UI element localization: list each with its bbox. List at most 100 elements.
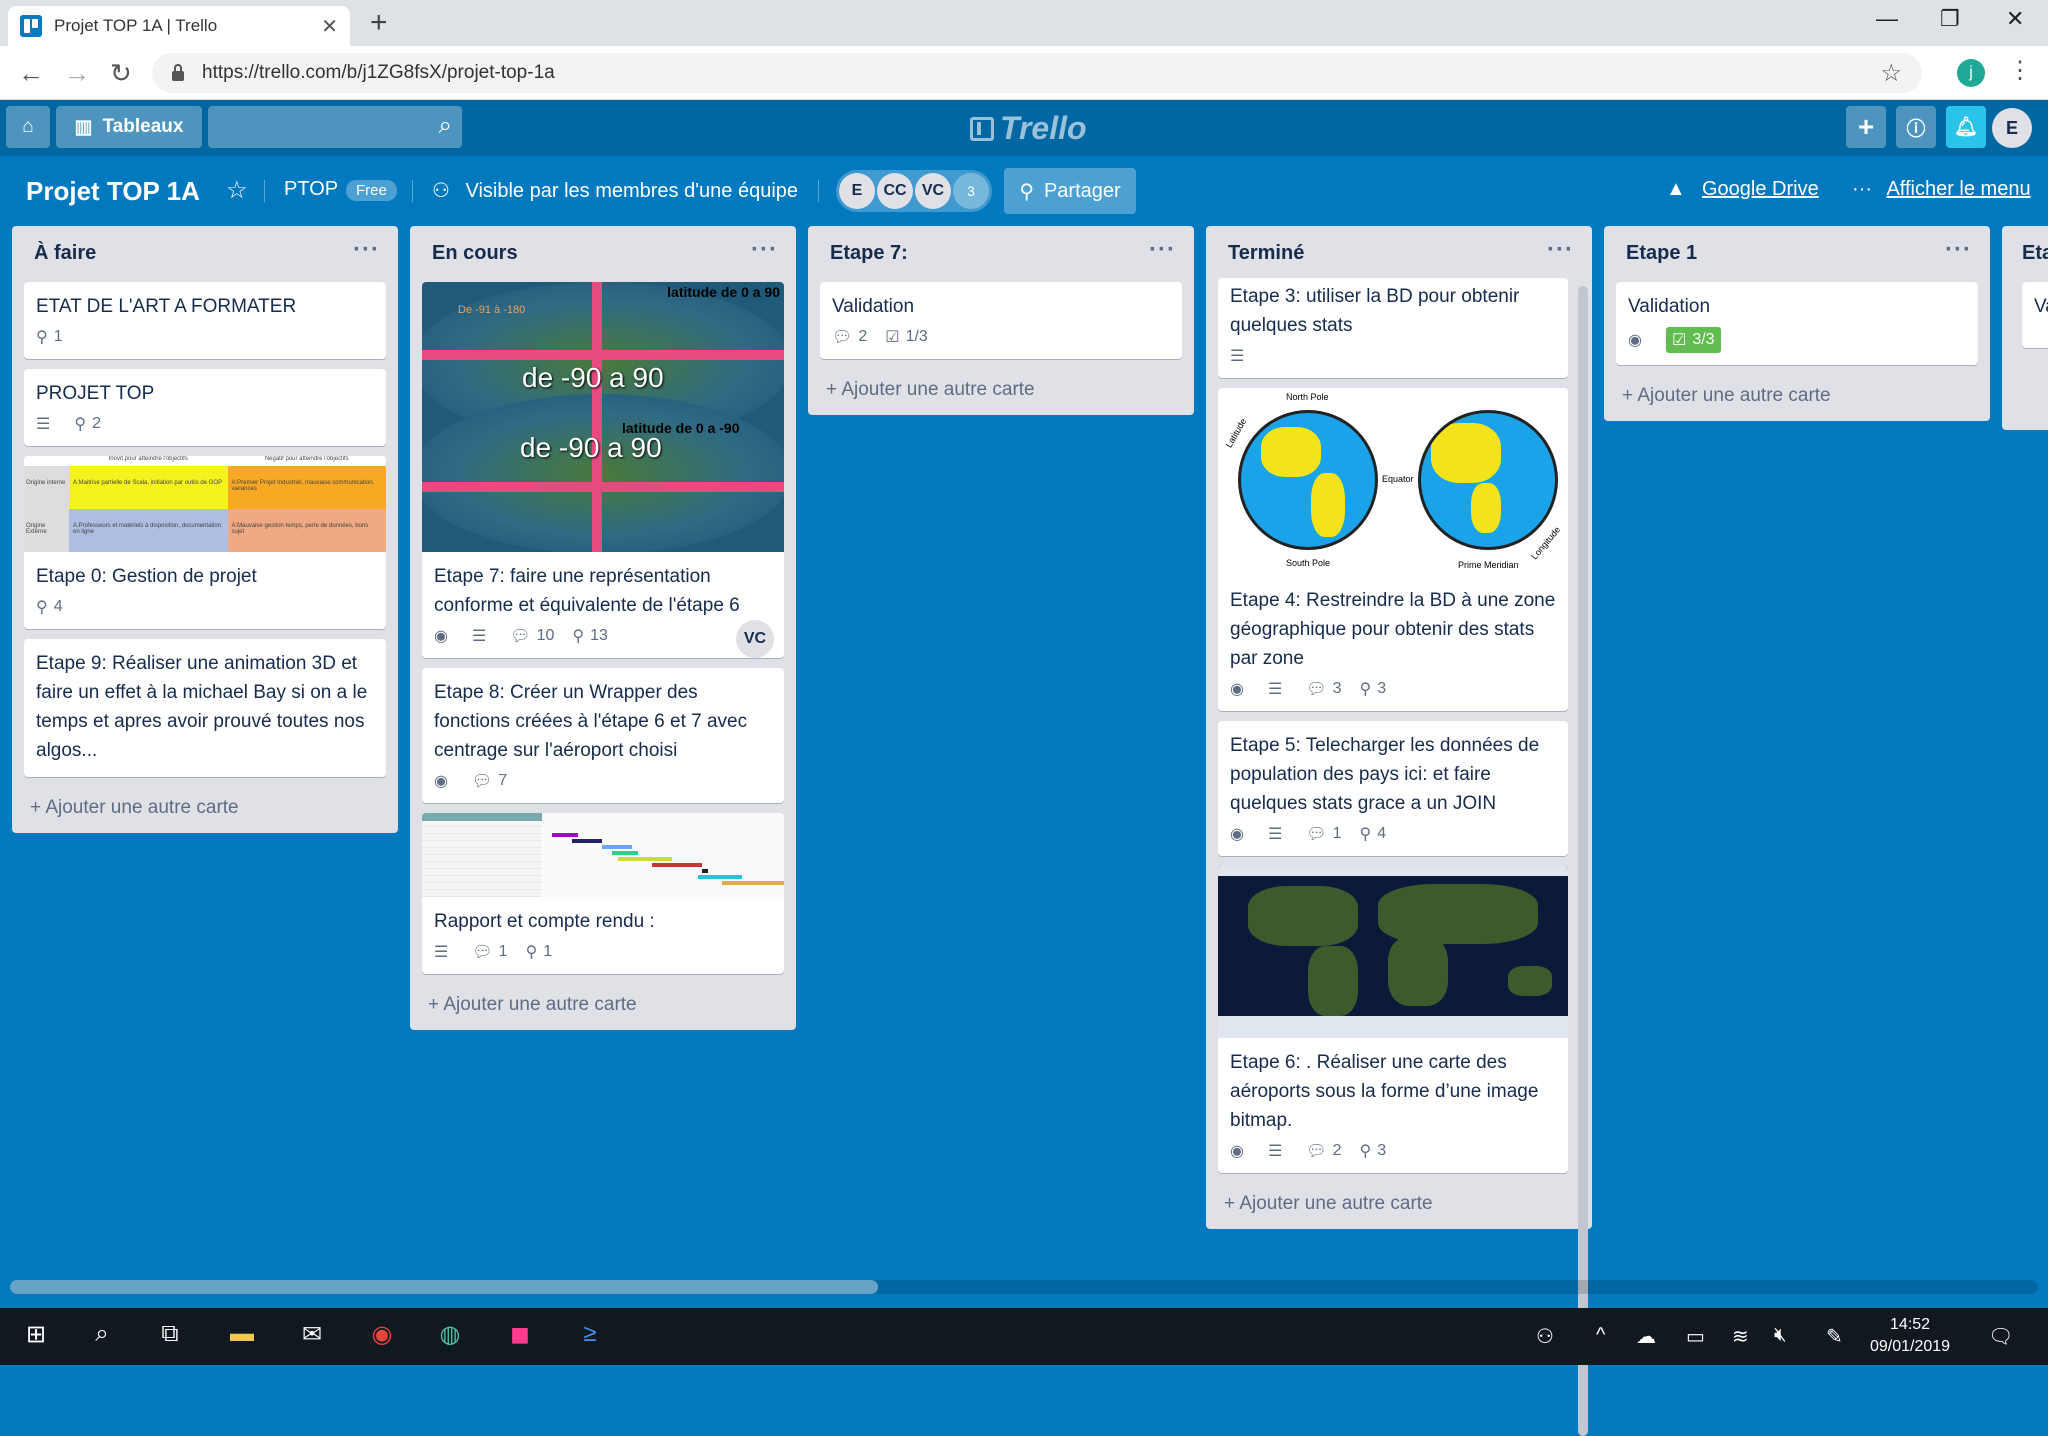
add-card-button[interactable]: + Ajouter une autre carte [1604, 375, 1990, 421]
boards-button[interactable]: ▥ Tableaux [56, 106, 202, 148]
member-avatar[interactable]: CC [877, 173, 913, 209]
system-clock[interactable]: 14:52 09/01/2019 [1870, 1314, 1950, 1358]
card[interactable]: ETAT DE L'ART A FORMATER ⚲ 1 [24, 282, 386, 359]
card-member-avatar[interactable]: VC [736, 620, 774, 658]
card-title: Etape 5: Telecharger les données de popu… [1230, 735, 1540, 814]
app-icon[interactable]: ◍ [432, 1320, 468, 1354]
browser-tab[interactable]: Projet TOP 1A | Trello ✕ [8, 6, 350, 46]
add-card-label: Ajouter une autre carte [1637, 385, 1831, 406]
divider [412, 180, 413, 202]
add-card-button[interactable]: + Ajouter une autre carte [1206, 1183, 1592, 1229]
attachment-count: 13 [590, 627, 608, 644]
list-menu-icon[interactable]: ··· [353, 236, 380, 264]
grid-cell: A:Mauvaise gestion temps, perte de donné… [227, 509, 386, 552]
list-header[interactable]: Etape 7: ··· [808, 226, 1194, 282]
star-board-icon[interactable]: ☆ [226, 176, 248, 205]
card-cover-world-map-image [1218, 866, 1568, 1038]
add-card-button[interactable]: + Ajouter une autre carte [808, 369, 1194, 415]
card[interactable]: Rapport et compte rendu : ☰ 💬︎ 1 ⚲ 1 [422, 813, 784, 974]
info-button[interactable]: ⓘ [1896, 106, 1936, 148]
globe-label: Latitude [1223, 416, 1249, 450]
wifi-icon[interactable]: ≋ [1732, 1324, 1749, 1349]
member-avatar[interactable]: VC [915, 173, 951, 209]
restore-icon[interactable]: ❐ [1940, 6, 1960, 32]
forward-icon[interactable]: → [64, 58, 90, 89]
share-button[interactable]: ⚲ Partager [1004, 168, 1136, 214]
card[interactable]: Etape 6: . Réaliser une carte des aéropo… [1218, 866, 1568, 1173]
card[interactable]: PROJET TOP ☰ ⚲ 2 [24, 369, 386, 446]
list-header[interactable]: Etape 1 ··· [1604, 226, 1990, 282]
list-header[interactable]: Terminé ··· [1206, 226, 1592, 282]
people-icon[interactable]: ⚇ [1536, 1324, 1554, 1349]
list-menu-icon[interactable]: ··· [1149, 236, 1176, 264]
new-tab-button[interactable]: + [370, 6, 388, 40]
action-center-icon[interactable]: 🗨︎ [1988, 1324, 2013, 1349]
pen-icon[interactable]: ✎ [1826, 1324, 1843, 1349]
list-header[interactable]: À faire ··· [12, 226, 398, 282]
windows-start-icon[interactable]: ⊞ [18, 1320, 54, 1354]
browser-profile-avatar[interactable]: j [1957, 59, 1985, 87]
comment-icon: 💬︎ [471, 773, 493, 790]
list-header[interactable]: Eta [2002, 226, 2048, 282]
list-title: Etape 7: [830, 242, 908, 264]
battery-icon[interactable]: ▭ [1686, 1324, 1705, 1349]
card[interactable]: Etape 3: utiliser la BD pour obtenir que… [1218, 278, 1568, 378]
member-count[interactable]: 3 [953, 173, 989, 209]
list-header[interactable]: En cours ··· [410, 226, 796, 282]
attachment-icon: ⚲ [1359, 681, 1372, 698]
card[interactable]: Va [2022, 282, 2048, 348]
volume-muted-icon[interactable]: 🔇︎ [1774, 1324, 1787, 1347]
mail-icon[interactable]: ✉ [294, 1320, 330, 1354]
card[interactable]: latitude de 0 a 90 De -91 à -180 de -90 … [422, 282, 784, 658]
tray-chevron-icon[interactable]: ^ [1596, 1324, 1605, 1347]
url-field[interactable]: https://trello.com/b/j1ZG8fsX/projet-top… [152, 53, 1922, 93]
trello-logo[interactable]: Trello [970, 110, 1087, 147]
powershell-icon[interactable]: ≥ [572, 1320, 608, 1354]
onedrive-icon[interactable]: ☁ [1636, 1324, 1656, 1349]
back-icon[interactable]: ← [18, 58, 44, 89]
board-horizontal-scrollbar[interactable] [10, 1280, 2038, 1294]
attachment-icon: ⚲ [36, 329, 48, 346]
reload-icon[interactable]: ↻ [110, 58, 132, 89]
create-button[interactable]: + [1846, 106, 1886, 148]
card[interactable]: Inovit pour atteindre l'objectifs Negati… [24, 456, 386, 629]
board-title[interactable]: Projet TOP 1A [26, 176, 200, 207]
lock-icon [172, 64, 184, 81]
add-card-button[interactable]: + Ajouter une autre carte [12, 787, 398, 833]
show-menu-button[interactable]: ··· Afficher le menu [1852, 178, 2031, 201]
intellij-icon[interactable]: ◼ [502, 1320, 538, 1354]
minimize-icon[interactable]: — [1876, 6, 1898, 32]
card[interactable]: Validation 💬︎ 2 ☑ 1/3 [820, 282, 1182, 359]
scrollbar-thumb[interactable] [10, 1280, 878, 1294]
member-avatar[interactable]: E [839, 173, 875, 209]
add-card-button[interactable]: + Ajouter une autre carte [410, 984, 796, 1030]
close-window-icon[interactable]: ✕ [2006, 6, 2024, 32]
bookmark-star-icon[interactable]: ☆ [1880, 59, 1902, 88]
card[interactable]: Etape 9: Réaliser une animation 3D et fa… [24, 639, 386, 777]
search-input[interactable]: ⌕ [208, 106, 462, 148]
user-avatar[interactable]: E [1992, 108, 2032, 148]
list-menu-icon[interactable]: ··· [1547, 236, 1574, 264]
card[interactable]: Etape 5: Telecharger les données de popu… [1218, 721, 1568, 856]
browser-menu-icon[interactable]: ⋮ [2008, 56, 2032, 85]
google-drive-link[interactable]: Google Drive [1702, 178, 1819, 201]
comment-count: 7 [498, 772, 508, 789]
card[interactable]: Validation ◉ ☑ 3/3 [1616, 282, 1978, 365]
list-menu-icon[interactable]: ··· [1945, 236, 1972, 264]
card-title: ETAT DE L'ART A FORMATER [36, 296, 297, 317]
team-name[interactable]: PTOP [284, 178, 338, 201]
home-button[interactable]: ⌂ [6, 106, 50, 148]
comment-count: 2 [858, 328, 868, 345]
card[interactable]: North Pole South Pole Equator Latitude P… [1218, 388, 1568, 711]
list-menu-icon[interactable]: ··· [751, 236, 778, 264]
close-tab-icon[interactable]: ✕ [321, 14, 338, 39]
task-view-icon[interactable]: ⧉ [152, 1320, 188, 1354]
list-scrollbar[interactable] [1578, 286, 1588, 1436]
visibility-button[interactable]: ⚇ Visible par les membres d'une équipe [432, 178, 798, 203]
chrome-icon[interactable]: ◉ [364, 1320, 400, 1354]
add-member-icon: ⚲ [1019, 180, 1034, 203]
notifications-button[interactable]: 🔔︎ [1946, 106, 1986, 148]
file-explorer-icon[interactable]: ▬ [224, 1320, 260, 1354]
search-icon[interactable]: ⌕ [84, 1320, 120, 1354]
card[interactable]: Etape 8: Créer un Wrapper des fonctions … [422, 668, 784, 803]
